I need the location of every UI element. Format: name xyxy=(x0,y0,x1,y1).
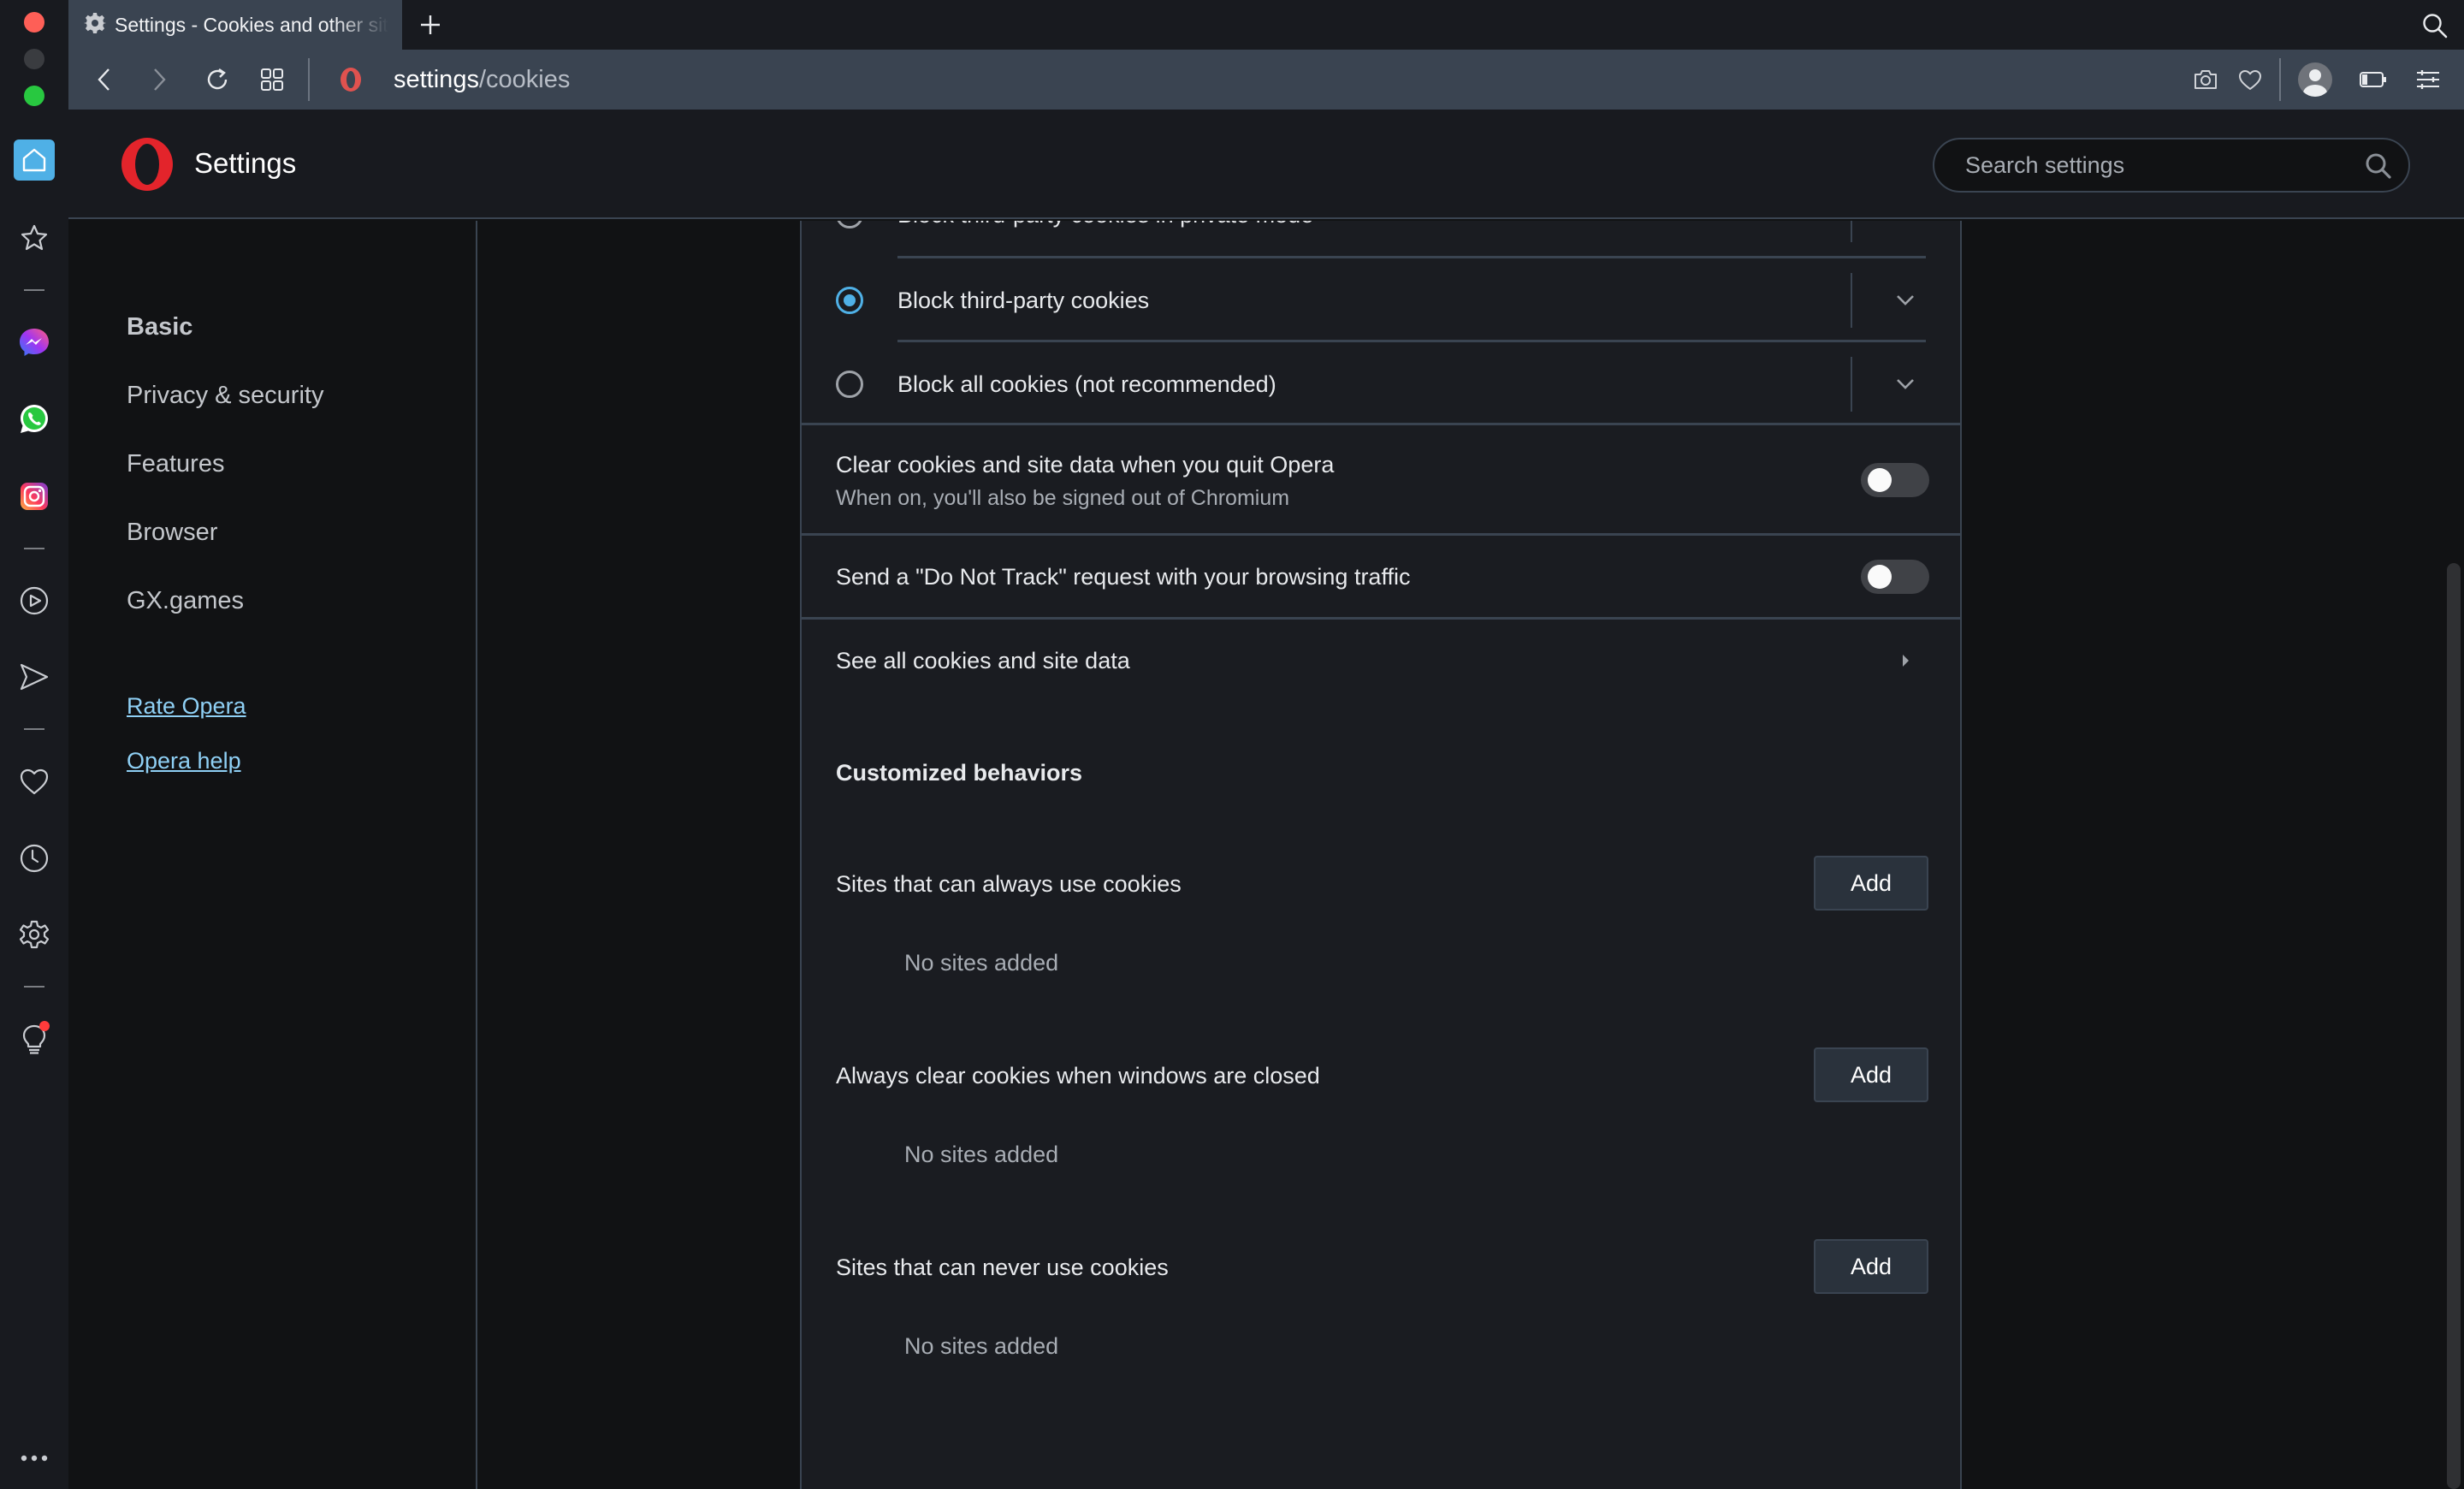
speed-dial-grid-icon[interactable] xyxy=(252,59,293,100)
do-not-track-toggle[interactable] xyxy=(1861,560,1929,594)
clear-on-exit-empty: No sites added xyxy=(904,1142,1059,1167)
search-input[interactable] xyxy=(1965,151,2342,179)
never-allow-label: Sites that can never use cookies xyxy=(836,1255,1169,1280)
url-path: /cookies xyxy=(478,65,571,93)
toggle-knob xyxy=(1868,565,1892,589)
row-divider xyxy=(1851,273,1852,328)
clear-on-quit-toggle[interactable] xyxy=(1861,463,1929,497)
forward-icon[interactable] xyxy=(139,59,180,100)
always-allow-label: Sites that can always use cookies xyxy=(836,871,1182,897)
radio-row-block-third-party-private[interactable]: Block third-party cookies in private mod… xyxy=(802,221,1960,257)
page-scrollbar[interactable] xyxy=(2443,221,2464,1489)
radio-block-third-party[interactable] xyxy=(836,287,863,314)
chevron-down-icon[interactable] xyxy=(1888,283,1922,317)
always-allow-empty: No sites added xyxy=(904,950,1059,976)
see-all-cookies-link[interactable]: See all cookies and site data xyxy=(836,648,1130,674)
avatar[interactable] xyxy=(2298,62,2332,97)
radio-label: Block all cookies (not recommended) xyxy=(897,371,1276,397)
tab-title: Settings - Cookies and other sit xyxy=(115,13,388,36)
add-never-allow-button[interactable]: Add xyxy=(1814,1239,1928,1294)
section-separator xyxy=(802,533,1960,536)
flow-send-icon[interactable] xyxy=(14,656,55,697)
address-toolbar: settings/cookies xyxy=(68,50,2464,110)
page-title: Settings xyxy=(194,147,297,179)
rail-separator xyxy=(24,986,44,988)
rate-opera-link[interactable]: Rate Opera xyxy=(127,693,246,720)
back-icon[interactable] xyxy=(84,59,125,100)
tab-settings-cookies[interactable]: Settings - Cookies and other sit xyxy=(68,0,402,50)
settings-nav: Basic Privacy & security Features Browse… xyxy=(68,221,477,1489)
heart-pin-icon[interactable] xyxy=(2230,59,2271,100)
radio-block-third-party-private[interactable] xyxy=(836,221,863,228)
section-separator xyxy=(802,423,1960,425)
tab-search-icon[interactable] xyxy=(2416,7,2454,44)
never-allow-empty: No sites added xyxy=(904,1333,1059,1359)
opera-site-icon xyxy=(330,59,371,100)
rail-separator xyxy=(24,548,44,549)
messenger-icon[interactable] xyxy=(14,322,55,363)
radio-row-block-third-party[interactable]: Block third-party cookies xyxy=(802,258,1960,342)
tips-lightbulb-icon[interactable] xyxy=(14,1019,55,1060)
add-always-allow-button[interactable]: Add xyxy=(1814,856,1928,911)
easy-setup-sliders-icon[interactable] xyxy=(2408,59,2449,100)
window-minimize-button[interactable] xyxy=(24,49,44,69)
nav-item-privacy-security[interactable]: Privacy & security xyxy=(127,382,323,410)
nav-item-gx-games[interactable]: GX.games xyxy=(127,587,244,615)
add-clear-on-exit-button[interactable]: Add xyxy=(1814,1047,1928,1102)
window-maximize-button[interactable] xyxy=(24,86,44,106)
player-icon[interactable] xyxy=(14,580,55,621)
scrollbar-thumb[interactable] xyxy=(2447,563,2461,1489)
settings-gear-icon[interactable] xyxy=(14,914,55,955)
url-field[interactable]: settings/cookies xyxy=(394,50,570,110)
nav-item-basic[interactable]: Basic xyxy=(127,313,192,341)
nav-item-features[interactable]: Features xyxy=(127,450,224,478)
more-ellipsis-icon[interactable] xyxy=(14,1438,55,1479)
radio-row-block-all[interactable]: Block all cookies (not recommended) xyxy=(802,342,1960,426)
pinboard-heart-icon[interactable] xyxy=(14,761,55,802)
customized-behaviors-title: Customized behaviors xyxy=(836,760,1083,786)
do-not-track-label: Send a "Do Not Track" request with your … xyxy=(836,564,1411,590)
clear-on-quit-sublabel: When on, you'll also be signed out of Ch… xyxy=(836,486,1290,510)
row-divider xyxy=(1851,357,1852,412)
toggle-knob xyxy=(1868,468,1892,492)
section-separator xyxy=(802,617,1960,620)
toolbar-divider xyxy=(2279,58,2281,101)
search-settings-field[interactable] xyxy=(1933,138,2410,193)
radio-label: Block third-party cookies in private mod… xyxy=(897,221,1313,228)
instagram-icon[interactable] xyxy=(14,476,55,517)
clear-on-quit-label: Clear cookies and site data when you qui… xyxy=(836,452,1335,478)
search-icon[interactable] xyxy=(2364,151,2393,181)
clear-on-exit-label: Always clear cookies when windows are cl… xyxy=(836,1063,1320,1089)
radio-block-all[interactable] xyxy=(836,371,863,398)
home-icon[interactable] xyxy=(14,139,55,181)
row-divider xyxy=(1851,221,1852,242)
app-sidebar xyxy=(0,0,68,1489)
rail-separator xyxy=(24,728,44,730)
opera-help-link[interactable]: Opera help xyxy=(127,748,241,774)
opera-logo xyxy=(121,138,173,191)
radio-label: Block third-party cookies xyxy=(897,288,1150,313)
settings-header: Settings xyxy=(68,110,2464,219)
camera-snapshot-icon[interactable] xyxy=(2185,59,2226,100)
nav-item-browser[interactable]: Browser xyxy=(127,519,217,547)
chevron-down-icon[interactable] xyxy=(1888,367,1922,401)
url-host: settings xyxy=(394,65,479,93)
chevron-right-icon[interactable] xyxy=(1888,644,1922,678)
reload-icon[interactable] xyxy=(197,59,238,100)
bookmarks-star-icon[interactable] xyxy=(14,217,55,258)
history-clock-icon[interactable] xyxy=(14,838,55,879)
notification-badge xyxy=(39,1021,50,1031)
new-tab-plus-icon[interactable] xyxy=(411,5,450,44)
window-close-button[interactable] xyxy=(24,12,44,33)
gear-icon xyxy=(84,12,106,39)
battery-saver-icon[interactable] xyxy=(2353,59,2394,100)
tab-strip: Settings - Cookies and other sit xyxy=(68,0,2464,50)
cookies-settings-card: Block third-party cookies in private mod… xyxy=(800,221,1962,1489)
whatsapp-icon[interactable] xyxy=(14,399,55,440)
toolbar-divider xyxy=(308,58,310,101)
rail-separator xyxy=(24,289,44,291)
